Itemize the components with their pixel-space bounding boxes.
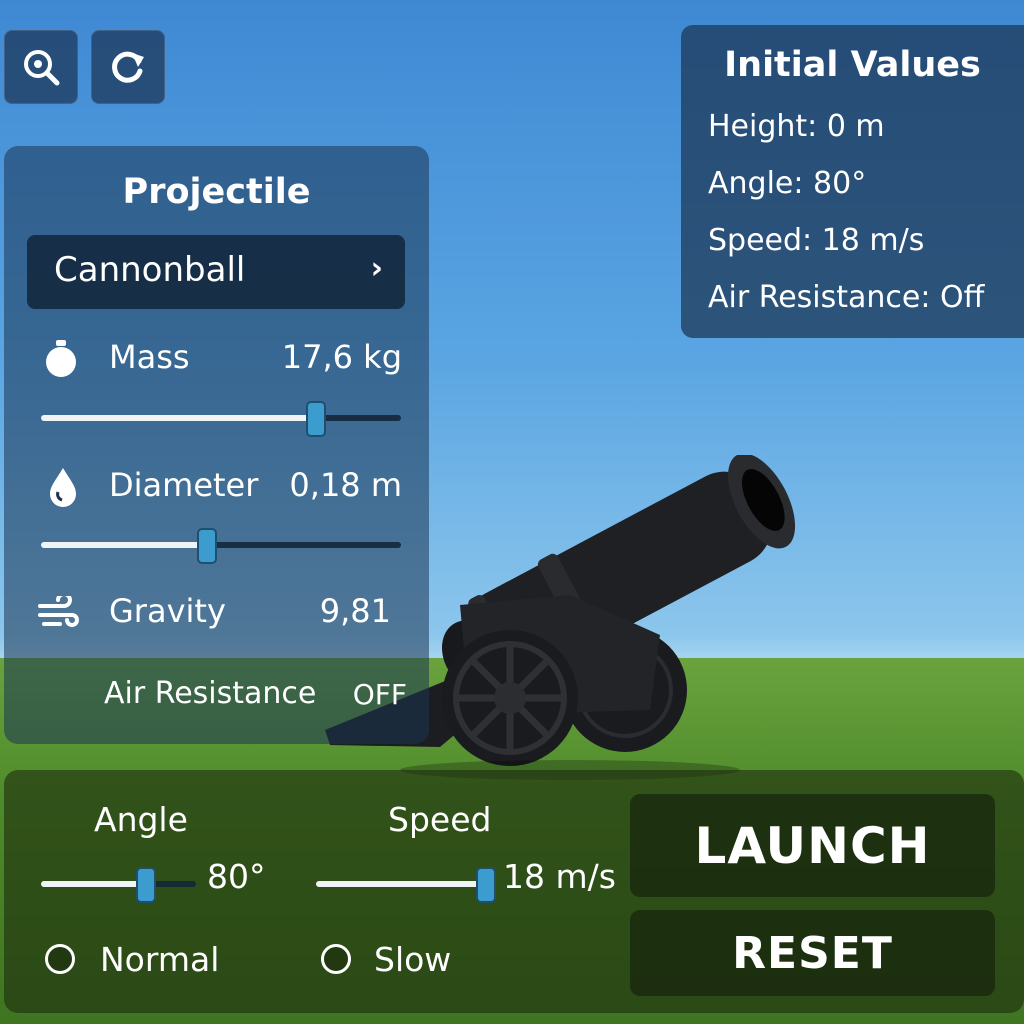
projectile-select-value: Cannonball (54, 250, 246, 290)
speed-value: 18 m/s (503, 857, 616, 896)
angle-slider[interactable] (41, 867, 196, 903)
droplet-icon (50, 468, 76, 507)
projectile-select[interactable]: Cannonball › (27, 235, 405, 309)
diameter-slider[interactable] (41, 528, 401, 564)
mass-slider-track (316, 415, 401, 421)
initial-height: Height: 0 m (708, 109, 885, 144)
angle-label: Angle (94, 800, 188, 839)
gravity-label: Gravity (109, 592, 226, 630)
normal-speed-radio[interactable] (45, 944, 75, 974)
wind-icon (38, 596, 79, 627)
gravity-value: 9,81 (319, 592, 391, 630)
reset-button[interactable]: RESET (630, 910, 995, 996)
zoom-button[interactable] (4, 30, 78, 104)
projectile-panel-title: Projectile (122, 172, 311, 212)
diameter-label: Diameter (109, 466, 259, 504)
angle-value: 80° (207, 857, 266, 896)
mass-slider-fill (41, 415, 316, 421)
refresh-button[interactable] (91, 30, 165, 104)
mass-slider[interactable] (41, 401, 401, 437)
diameter-value: 0,18 m (289, 466, 402, 504)
mass-slider-thumb[interactable] (306, 401, 326, 437)
weight-icon (46, 340, 76, 377)
angle-slider-thumb[interactable] (136, 867, 156, 903)
zoom-in-icon (24, 50, 60, 86)
angle-slider-fill (41, 881, 146, 887)
launch-button-label: LAUNCH (694, 816, 931, 875)
initial-speed: Speed: 18 m/s (708, 223, 925, 258)
launch-button[interactable]: LAUNCH (630, 794, 995, 897)
refresh-icon (112, 51, 144, 83)
diameter-slider-fill (41, 542, 207, 548)
launch-control-panel: Angle 80° Speed 18 m/s Normal Slow LAUNC… (4, 770, 1024, 1013)
chevron-right-icon: › (370, 251, 383, 286)
mass-label: Mass (109, 338, 190, 376)
air-resistance-label: Air Resistance (104, 676, 317, 711)
diameter-slider-thumb[interactable] (197, 528, 217, 564)
initial-angle: Angle: 80° (708, 166, 867, 201)
initial-values-panel: Initial Values Height: 0 m Angle: 80° Sp… (681, 25, 1024, 338)
projectile-panel: Projectile Cannonball › Mass 17,6 kg Dia… (4, 146, 429, 744)
air-resistance-toggle[interactable]: OFF (353, 678, 407, 711)
normal-speed-label: Normal (100, 940, 220, 979)
initial-air-resistance: Air Resistance: Off (708, 280, 985, 315)
speed-slider[interactable] (316, 867, 496, 903)
diameter-slider-track (207, 542, 401, 548)
speed-slider-fill (316, 881, 486, 887)
speed-slider-thumb[interactable] (476, 867, 496, 903)
speed-label: Speed (388, 800, 492, 839)
slow-speed-label: Slow (374, 940, 452, 979)
mass-value: 17,6 kg (281, 338, 402, 376)
slow-speed-radio[interactable] (321, 944, 351, 974)
initial-values-title: Initial Values (724, 45, 981, 85)
reset-button-label: RESET (732, 927, 893, 979)
